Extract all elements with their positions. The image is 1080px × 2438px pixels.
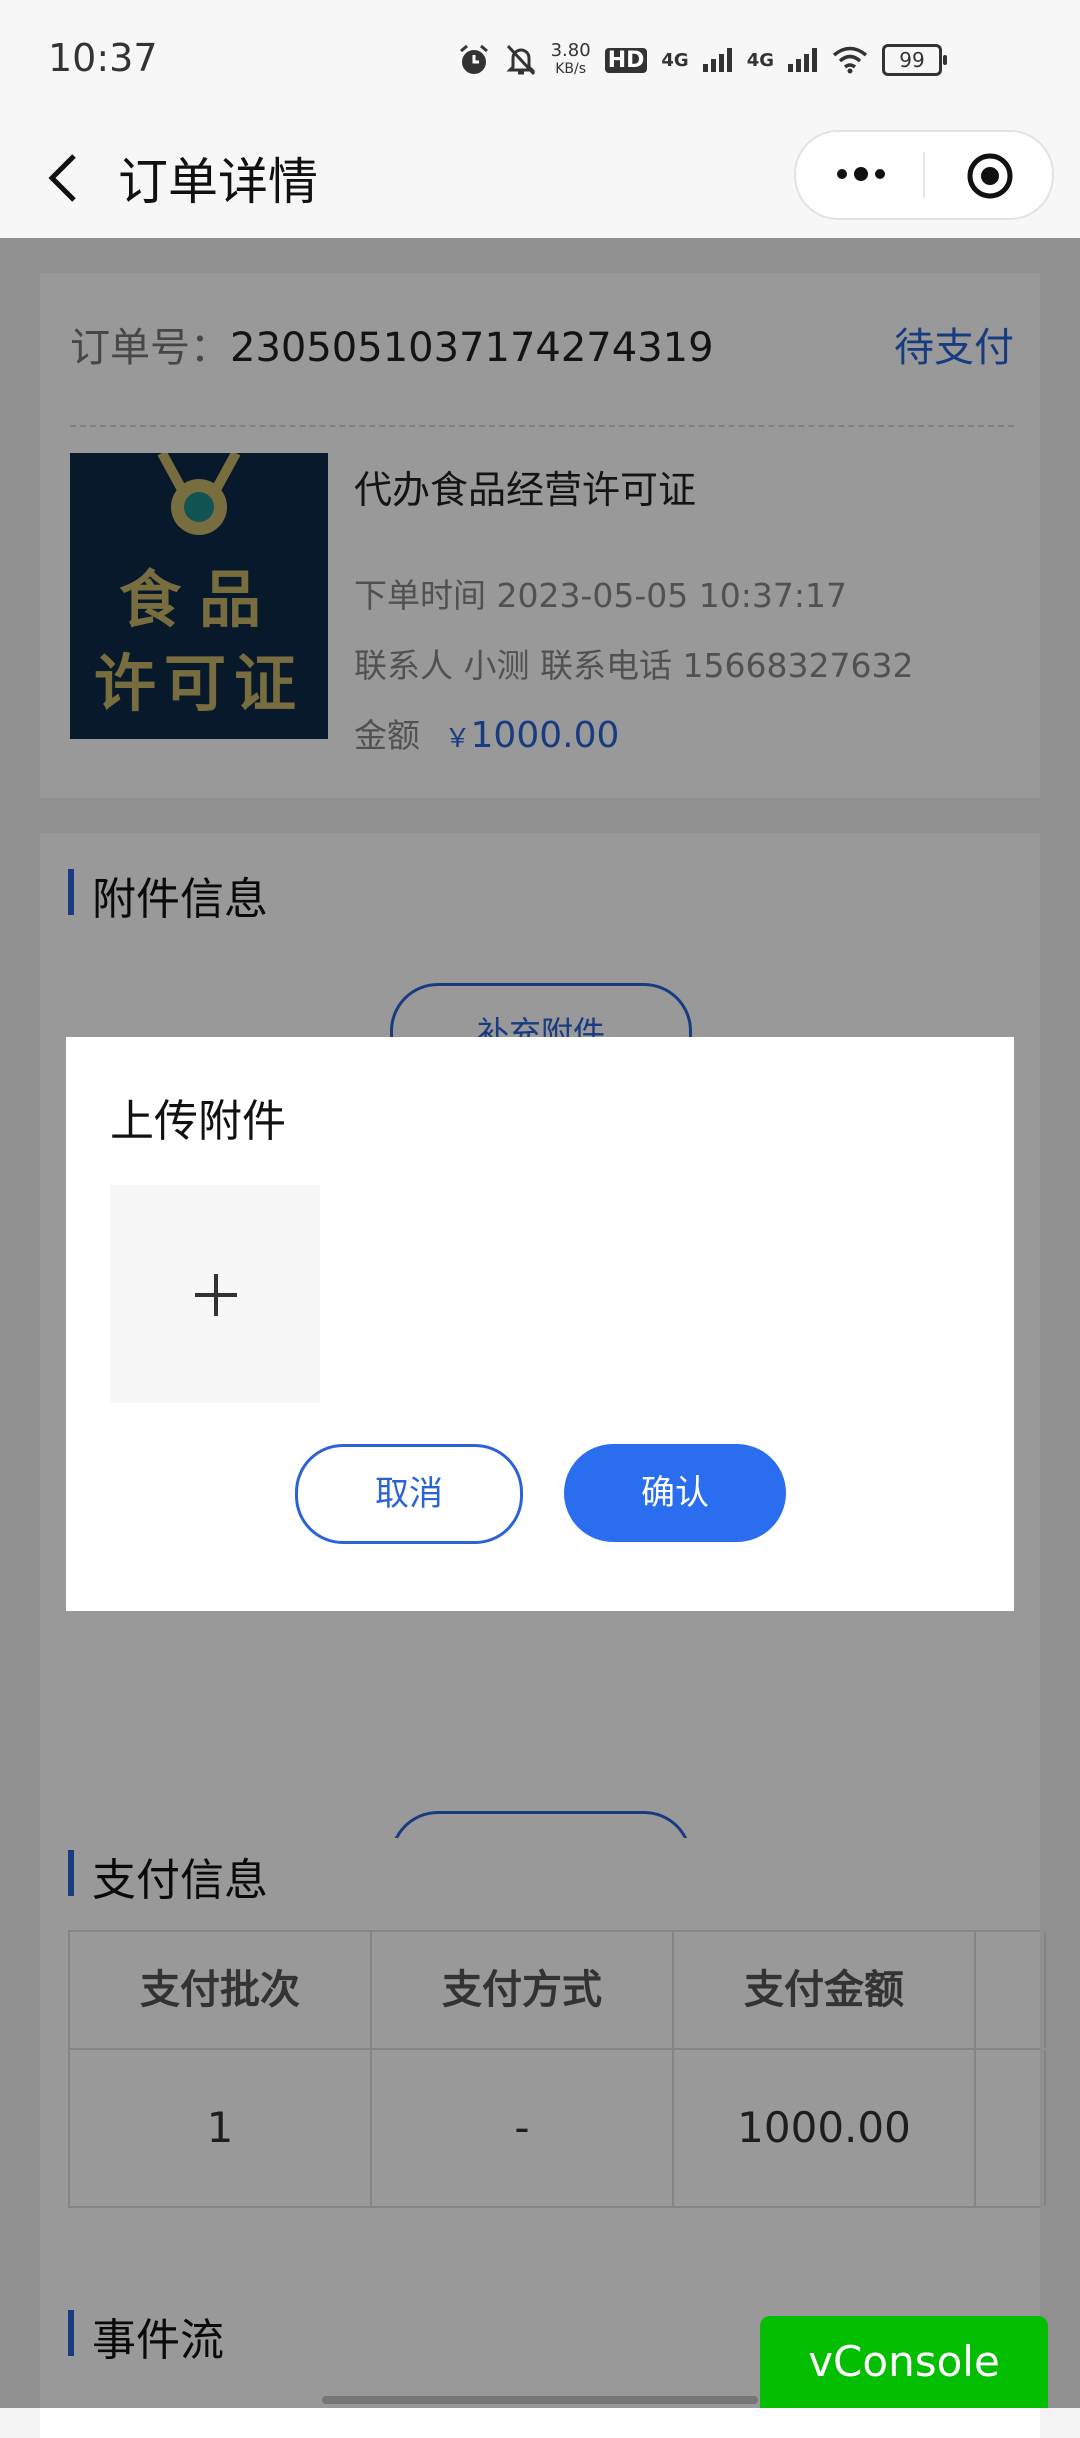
wifi-icon bbox=[832, 46, 868, 74]
net-speed-value: 3.80 bbox=[550, 40, 591, 61]
mute-icon bbox=[505, 44, 536, 76]
signal-icon bbox=[788, 48, 817, 72]
cancel-button[interactable]: 取消 bbox=[295, 1444, 523, 1544]
nav-bar: 订单详情 bbox=[0, 120, 1080, 238]
add-attachment-button[interactable] bbox=[110, 1185, 320, 1403]
dialog-title: 上传附件 bbox=[110, 1096, 286, 1147]
battery-icon: 99 bbox=[882, 44, 947, 76]
hd-badge: HD bbox=[604, 47, 648, 73]
confirm-button[interactable]: 确认 bbox=[564, 1444, 786, 1542]
status-time: 10:37 bbox=[48, 36, 158, 80]
net-speed: 3.80 KB/s bbox=[551, 42, 591, 78]
target-icon[interactable] bbox=[966, 152, 1014, 200]
sim2-network: 4G bbox=[746, 49, 774, 71]
upload-dialog: 上传附件 取消 确认 bbox=[66, 1037, 1014, 1611]
vconsole-button[interactable]: vConsole bbox=[760, 2316, 1048, 2408]
net-speed-unit: KB/s bbox=[555, 61, 587, 77]
home-indicator[interactable] bbox=[322, 2396, 758, 2404]
status-icons: 3.80 KB/s HD 4G 4G 99 bbox=[457, 42, 947, 78]
alarm-icon bbox=[459, 44, 488, 74]
plus-icon bbox=[195, 1274, 237, 1316]
sim1-network: 4G bbox=[661, 49, 689, 71]
chevron-left-icon[interactable] bbox=[36, 148, 96, 208]
signal-icon bbox=[702, 48, 732, 72]
more-dots-icon[interactable] bbox=[828, 154, 894, 194]
page-title: 订单详情 bbox=[118, 153, 318, 211]
status-bar: 10:37 3.80 KB/s HD 4G 4G 99 bbox=[0, 0, 1080, 120]
mini-program-capsule bbox=[794, 130, 1054, 220]
capsule-divider bbox=[923, 152, 925, 198]
